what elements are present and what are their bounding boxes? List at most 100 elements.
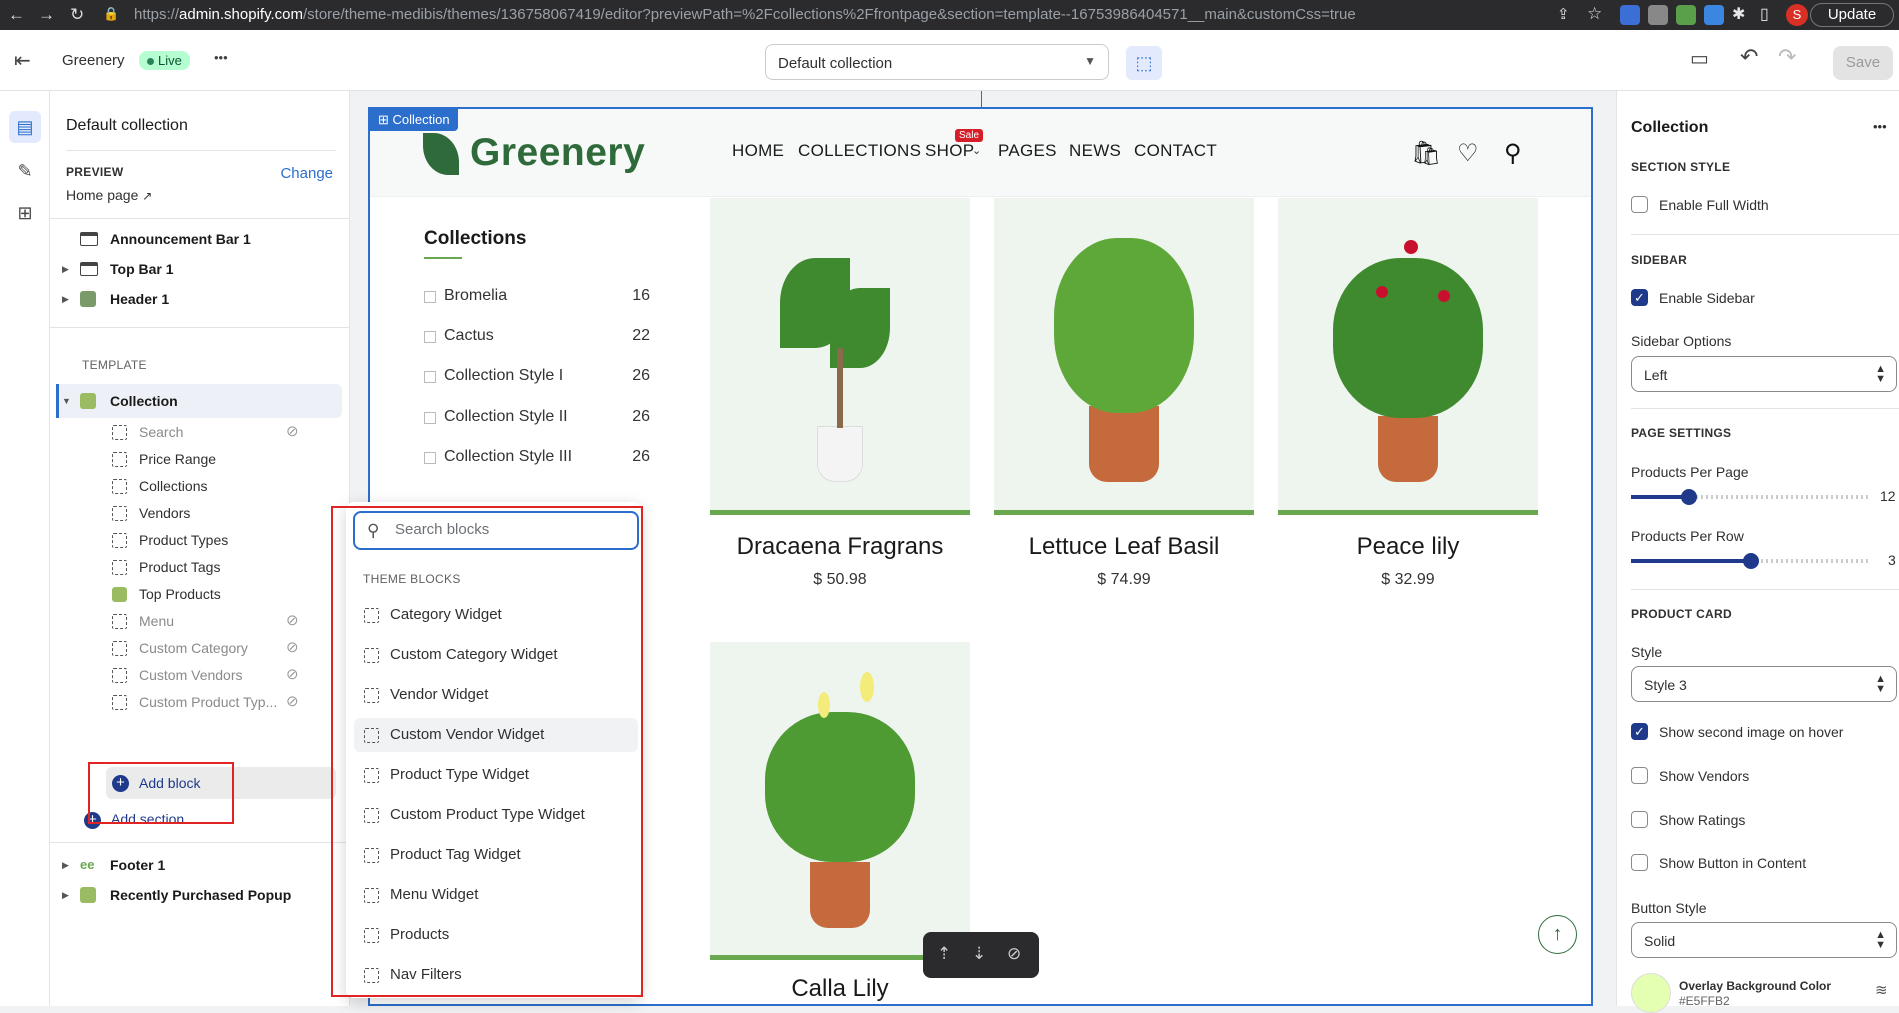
more-actions-icon[interactable]: ••• <box>214 50 228 65</box>
sidebar-options-select[interactable]: Left ▲ ▼ <box>1631 356 1897 392</box>
panel-title: Default collection <box>66 117 188 134</box>
section-label: Announcement Bar 1 <box>110 231 251 247</box>
exit-icon[interactable]: ⇤ <box>14 48 31 73</box>
profile-avatar[interactable]: S <box>1786 4 1808 26</box>
eye-hidden-icon[interactable]: ⊘ <box>1007 944 1021 964</box>
sections-icon[interactable]: ▤ <box>9 111 41 143</box>
product-name[interactable]: Peace lily <box>1278 533 1538 561</box>
checkbox[interactable] <box>424 291 436 303</box>
site-logo[interactable]: Greenery <box>470 131 645 175</box>
checkbox[interactable] <box>424 412 436 424</box>
overlay-color-swatch[interactable] <box>1631 973 1671 1013</box>
product-image[interactable] <box>994 198 1254 515</box>
template-select[interactable]: Default collection ▼ <box>765 44 1109 80</box>
collapse-arrow-icon[interactable]: ▼ <box>62 385 71 417</box>
slider-thumb[interactable] <box>1743 553 1759 569</box>
bookmark-star-icon[interactable]: ☆ <box>1587 4 1602 24</box>
product-image[interactable] <box>710 198 970 515</box>
undo-icon[interactable]: ↶ <box>1740 44 1758 70</box>
move-down-icon[interactable]: ⇣ <box>972 944 986 964</box>
checkbox[interactable] <box>1631 196 1648 213</box>
desktop-view-icon[interactable]: ▭ <box>1690 46 1709 71</box>
select-arrows-icon: ▲ ▼ <box>1875 363 1886 385</box>
browser-update-button[interactable]: Update <box>1810 3 1894 27</box>
card-style-select[interactable]: Style 3 ▲ ▼ <box>1631 666 1897 702</box>
dynamic-source-icon[interactable]: ≋ <box>1875 981 1888 999</box>
scroll-to-top-icon[interactable]: ↑ <box>1538 915 1577 954</box>
preview-page-link[interactable]: Home page ↗ <box>66 187 152 203</box>
nav-collections[interactable]: COLLECTIONS <box>798 141 921 161</box>
checkbox[interactable] <box>1631 811 1648 828</box>
section-tag[interactable]: ⊞ Collection <box>370 109 458 131</box>
product-image[interactable] <box>710 642 970 960</box>
section-recently-purchased-popup[interactable]: ▶ Recently Purchased Popup <box>50 879 350 911</box>
product-image[interactable] <box>1278 198 1538 515</box>
checkbox[interactable] <box>1631 767 1648 784</box>
product-name[interactable]: Dracaena Fragrans <box>710 533 970 561</box>
wishlist-heart-icon[interactable]: ♡ <box>1457 139 1479 168</box>
products-per-row-slider[interactable] <box>1631 553 1871 569</box>
change-preview-link[interactable]: Change <box>280 165 333 182</box>
template-select-value: Default collection <box>778 55 893 72</box>
checkbox[interactable]: ✓ <box>1631 723 1648 740</box>
section-footer[interactable]: ▶ ee Footer 1 <box>50 849 350 881</box>
extension-drive-icon[interactable] <box>1676 5 1696 25</box>
theme-settings-icon[interactable]: ✎ <box>9 155 41 187</box>
save-button[interactable]: Save <box>1833 46 1893 80</box>
puzzle-icon[interactable]: ✱ <box>1732 4 1745 24</box>
slider-thumb[interactable] <box>1680 489 1697 505</box>
checkbox[interactable] <box>1631 854 1648 871</box>
reload-icon[interactable]: ↻ <box>70 5 84 25</box>
products-per-page-slider[interactable] <box>1631 489 1871 505</box>
extension-icon[interactable] <box>1620 5 1640 25</box>
section-top-bar[interactable]: ▶ Top Bar 1 <box>50 253 350 285</box>
inspector-toggle-icon[interactable]: ⬚ <box>1126 46 1162 80</box>
back-icon[interactable]: ← <box>8 5 25 25</box>
expand-arrow-icon[interactable]: ▶ <box>62 283 69 315</box>
nav-news[interactable]: NEWS <box>1069 141 1121 161</box>
template-group-label: TEMPLATE <box>82 358 147 372</box>
expand-arrow-icon[interactable]: ▶ <box>62 253 69 285</box>
header-thumbnail-icon <box>80 291 96 307</box>
search-icon[interactable]: ⚲ <box>1504 139 1522 168</box>
block-custom-product-types[interactable]: Custom Product Typ... ⊘ <box>50 686 350 718</box>
checkbox[interactable]: ✓ <box>1631 289 1648 306</box>
checkbox-label: Show Vendors <box>1659 768 1750 784</box>
nav-shop[interactable]: SHOP <box>925 141 974 161</box>
address-bar[interactable]: https://admin.shopify.com/store/theme-me… <box>134 2 1644 28</box>
section-announcement-bar[interactable]: Announcement Bar 1 <box>50 223 350 255</box>
section-collection[interactable]: ▼ Collection <box>50 385 350 417</box>
section-header[interactable]: ▶ Header 1 <box>50 283 350 315</box>
more-actions-icon[interactable]: ••• <box>1873 119 1887 134</box>
redo-icon[interactable]: ↷ <box>1778 44 1796 70</box>
expand-arrow-icon[interactable]: ▶ <box>62 849 69 881</box>
checkbox[interactable] <box>424 371 436 383</box>
forward-icon[interactable]: → <box>38 5 55 25</box>
checkbox[interactable] <box>424 331 436 343</box>
expand-arrow-icon[interactable]: ▶ <box>62 879 69 911</box>
app-embeds-icon[interactable]: ⊞ <box>9 197 41 229</box>
settings-title: Collection <box>1631 119 1709 136</box>
eye-hidden-icon[interactable]: ⊘ <box>286 686 299 718</box>
flower <box>1438 290 1450 302</box>
style-label: Style <box>1631 644 1663 660</box>
plant-icon <box>112 587 127 602</box>
page-settings-heading: PAGE SETTINGS <box>1631 426 1732 440</box>
checkbox[interactable] <box>424 452 436 464</box>
sidebar-options-label: Sidebar Options <box>1631 333 1732 349</box>
sidebar-toggle-icon[interactable]: ▯ <box>1760 4 1769 24</box>
nav-contact[interactable]: CONTACT <box>1134 141 1217 161</box>
nav-home[interactable]: HOME <box>732 141 784 161</box>
button-style-select[interactable]: Solid ▲ ▼ <box>1631 922 1897 958</box>
checkbox-label: Enable Full Width <box>1659 197 1769 213</box>
cart-icon[interactable]: 🛍 <box>1411 139 1441 168</box>
category-name: Collection Style III <box>444 448 573 465</box>
sidebar-heading: SIDEBAR <box>1631 253 1688 267</box>
share-icon[interactable]: ⇪ <box>1557 5 1570 23</box>
nav-pages[interactable]: PAGES <box>998 141 1057 161</box>
product-name[interactable]: Lettuce Leaf Basil <box>994 533 1254 561</box>
move-up-icon[interactable]: ⇡ <box>937 944 951 964</box>
product-name[interactable]: Calla Lily <box>710 975 970 1003</box>
extension-color-icon[interactable] <box>1704 5 1724 25</box>
extension-camera-icon[interactable] <box>1648 5 1668 25</box>
